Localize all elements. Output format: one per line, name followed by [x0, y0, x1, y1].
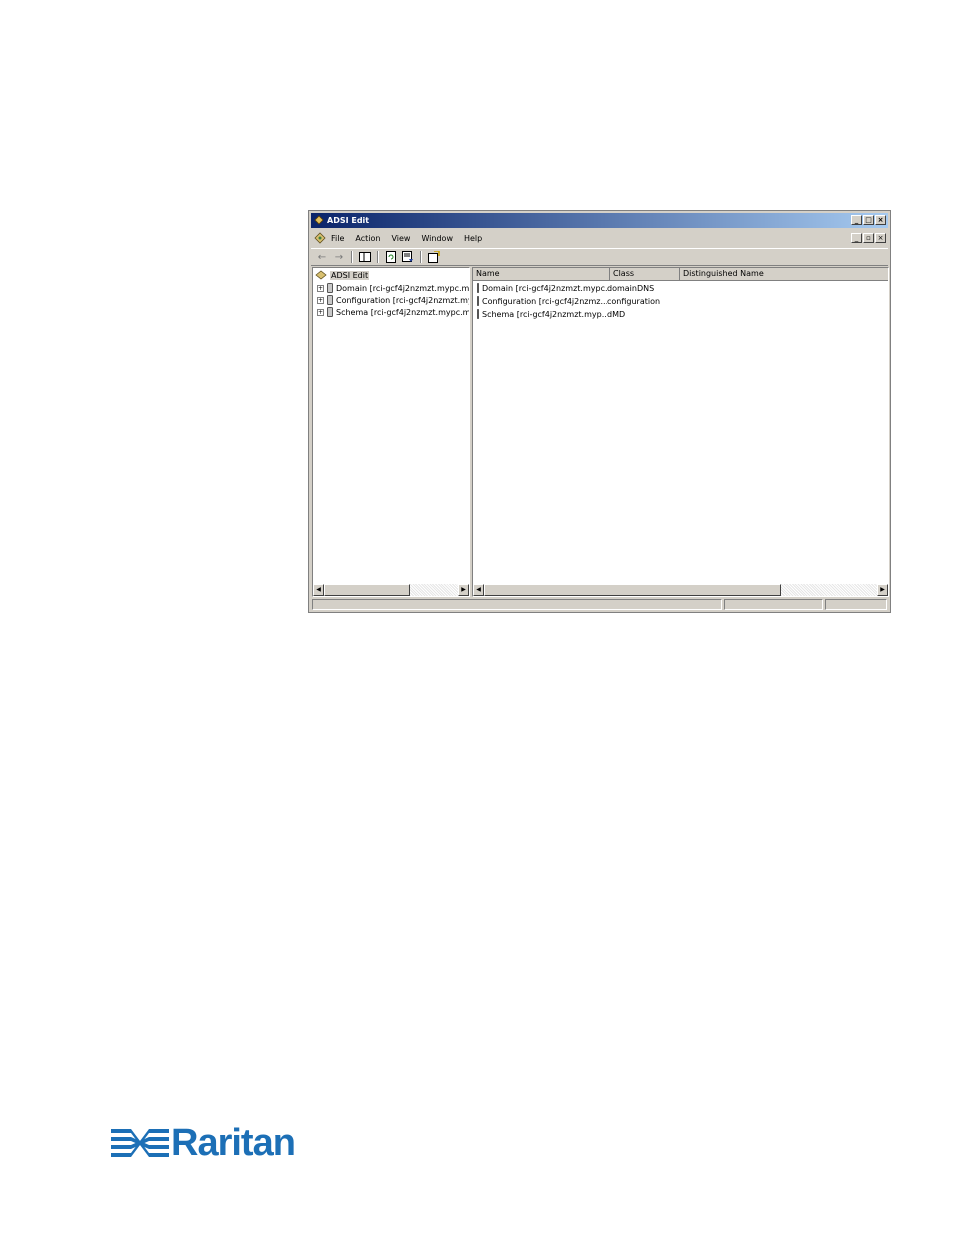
list-header: Name Class Distinguished Name — [473, 268, 888, 281]
naming-context-icon — [477, 296, 479, 306]
tree-node[interactable]: + Schema [rci-gcf4j2nzmzt.mypc.m — [317, 307, 470, 317]
expand-plus-icon[interactable]: + — [317, 308, 324, 316]
scroll-track[interactable] — [781, 584, 877, 596]
row-class: configuration — [607, 296, 661, 306]
tree-node-label: Configuration [rci-gcf4j2nzmzt.my — [336, 295, 470, 305]
toolbar-separator — [377, 251, 379, 263]
status-bar — [312, 599, 887, 610]
row-name: Schema [rci-gcf4j2nzmzt.myp.... — [482, 309, 607, 319]
export-list-icon[interactable] — [401, 251, 415, 264]
row-class: domainDNS — [607, 283, 655, 293]
adsi-edit-window: ADSI Edit _ □ × File Action View Window … — [308, 210, 891, 613]
toolbar-separator — [351, 251, 353, 263]
column-header-class[interactable]: Class — [610, 268, 680, 280]
tree-node-label: Schema [rci-gcf4j2nzmzt.mypc.m — [336, 307, 470, 317]
scroll-right-button[interactable]: ▶ — [877, 584, 888, 596]
row-name: Domain [rci-gcf4j2nzmzt.mypc.... — [482, 283, 607, 293]
naming-context-icon — [477, 283, 479, 293]
row-name: Configuration [rci-gcf4j2nzmz... — [482, 296, 607, 306]
expand-plus-icon[interactable]: + — [317, 284, 324, 292]
status-panel — [312, 599, 722, 610]
brand-name: Raritan — [171, 1122, 296, 1164]
menu-help[interactable]: Help — [464, 234, 482, 243]
mmc-document-icon[interactable] — [313, 232, 327, 244]
show-hide-tree-icon[interactable] — [358, 251, 372, 264]
tree-root[interactable]: ADSI Edit — [315, 270, 370, 280]
toolbar: ← → — [311, 248, 888, 266]
adsi-root-icon — [315, 270, 327, 280]
status-panel — [825, 599, 887, 610]
column-header-distinguished-name[interactable]: Distinguished Name — [680, 268, 888, 280]
scroll-thumb[interactable] — [324, 584, 410, 596]
mdi-close-button[interactable]: × — [875, 233, 886, 243]
menu-view[interactable]: View — [391, 234, 410, 243]
naming-context-icon — [477, 309, 479, 319]
mdi-restore-button[interactable]: ▫ — [863, 233, 874, 243]
menu-window[interactable]: Window — [421, 234, 453, 243]
scroll-right-button[interactable]: ▶ — [458, 584, 469, 596]
tree-node-label: Domain [rci-gcf4j2nzmzt.mypc.my — [336, 283, 470, 293]
menu-bar: File Action View Window Help _ ▫ × — [311, 230, 888, 246]
raritan-mark-icon — [111, 1129, 169, 1157]
column-header-name[interactable]: Name — [473, 268, 610, 280]
scroll-left-button[interactable]: ◀ — [313, 584, 324, 596]
list-row[interactable]: Domain [rci-gcf4j2nzmzt.mypc.... domainD… — [477, 283, 677, 293]
forward-arrow-icon[interactable]: → — [332, 251, 346, 264]
tree-horizontal-scrollbar[interactable]: ◀ ▶ — [313, 584, 469, 596]
refresh-icon[interactable] — [384, 251, 398, 264]
menu-file[interactable]: File — [331, 234, 344, 243]
tree-node[interactable]: + Configuration [rci-gcf4j2nzmzt.my — [317, 295, 470, 305]
menu-action[interactable]: Action — [355, 234, 380, 243]
row-class: dMD — [607, 309, 626, 319]
scroll-left-button[interactable]: ◀ — [473, 584, 484, 596]
naming-context-icon — [327, 307, 333, 317]
list-horizontal-scrollbar[interactable]: ◀ ▶ — [473, 584, 888, 596]
raritan-logo: Raritan — [111, 1124, 305, 1162]
naming-context-icon — [327, 295, 333, 305]
tree-root-label: ADSI Edit — [330, 270, 370, 280]
close-button[interactable]: × — [875, 215, 886, 225]
window-title: ADSI Edit — [327, 216, 370, 225]
properties-icon[interactable] — [427, 251, 441, 264]
toolbar-separator — [420, 251, 422, 263]
adsi-app-icon — [314, 215, 324, 225]
tree-node[interactable]: + Domain [rci-gcf4j2nzmzt.mypc.my — [317, 283, 470, 293]
tree-pane[interactable]: ADSI Edit + Domain [rci-gcf4j2nzmzt.mypc… — [312, 267, 470, 597]
expand-plus-icon[interactable]: + — [317, 296, 324, 304]
mdi-minimize-button[interactable]: _ — [851, 233, 862, 243]
list-row[interactable]: Schema [rci-gcf4j2nzmzt.myp.... dMD — [477, 309, 677, 319]
scroll-track[interactable] — [410, 584, 458, 596]
maximize-button[interactable]: □ — [863, 215, 874, 225]
scroll-thumb[interactable] — [484, 584, 781, 596]
title-bar[interactable]: ADSI Edit _ □ × — [311, 213, 888, 228]
status-panel — [724, 599, 823, 610]
back-arrow-icon[interactable]: ← — [315, 251, 329, 264]
minimize-button[interactable]: _ — [851, 215, 862, 225]
list-row[interactable]: Configuration [rci-gcf4j2nzmz... configu… — [477, 296, 677, 306]
list-pane[interactable]: Name Class Distinguished Name Domain [rc… — [472, 267, 889, 597]
naming-context-icon — [327, 283, 333, 293]
